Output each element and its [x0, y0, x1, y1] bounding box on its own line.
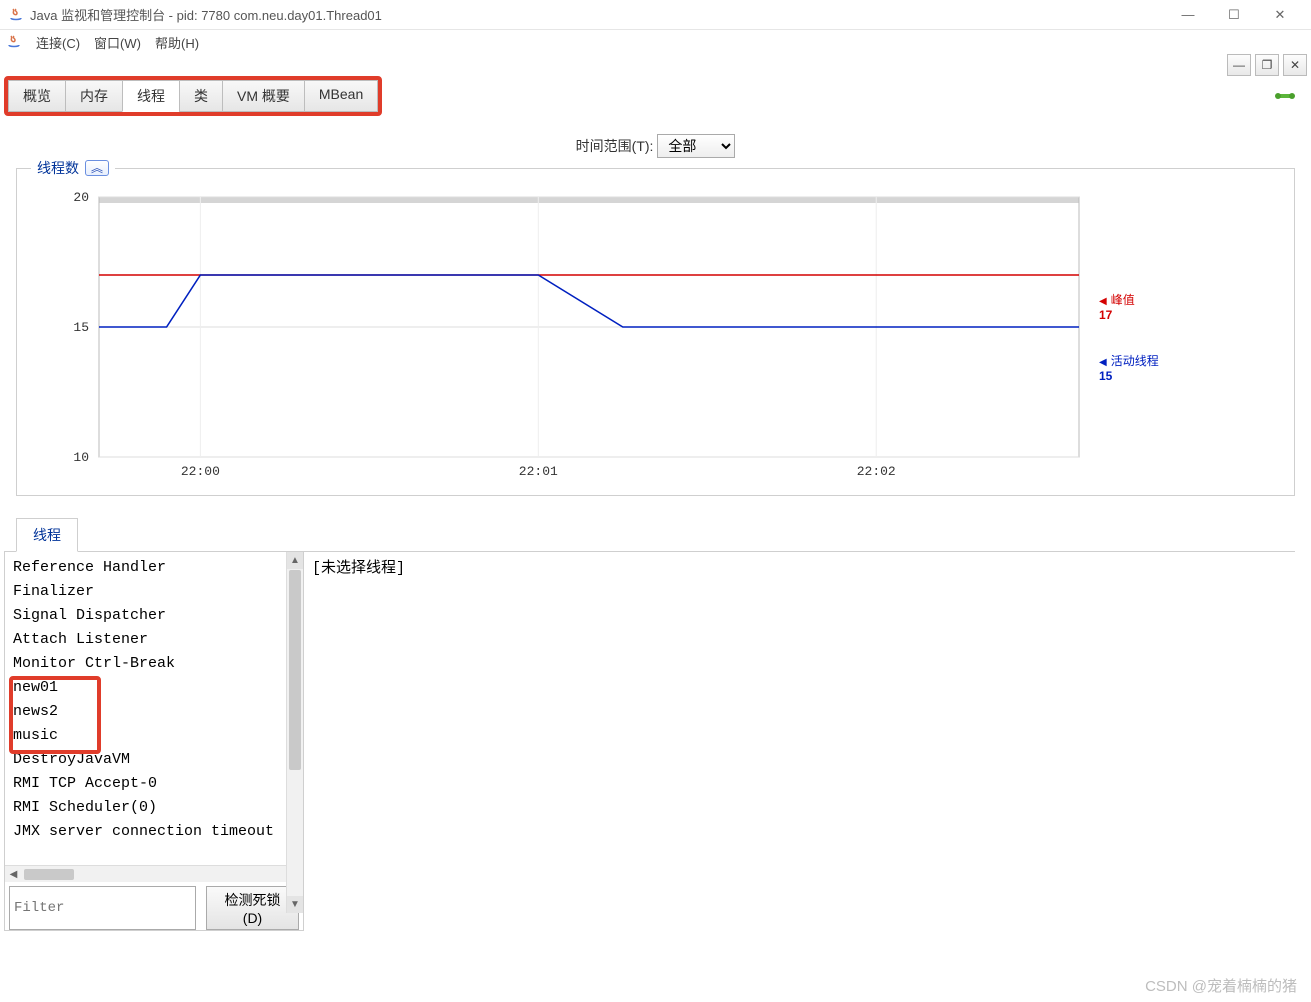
- legend-peak: ◀峰值 17: [1099, 291, 1282, 322]
- close-button[interactable]: ✕: [1257, 0, 1303, 30]
- svg-text:22:00: 22:00: [181, 464, 220, 479]
- minimize-button[interactable]: —: [1165, 0, 1211, 30]
- menu-help[interactable]: 帮助(H): [155, 33, 199, 52]
- thread-detail-pane: [未选择线程]: [304, 551, 1295, 931]
- chart-legend: ◀峰值 17 ◀活动线程 15: [1089, 187, 1282, 487]
- tab-内存[interactable]: 内存: [65, 80, 122, 112]
- time-range-label: 时间范围(T):: [576, 138, 654, 154]
- connection-status-icon: [1273, 86, 1297, 106]
- maximize-button[interactable]: ☐: [1211, 0, 1257, 30]
- filter-row: 检测死锁(D): [5, 882, 303, 930]
- chart-panel-title: 线程数: [37, 158, 79, 178]
- chart-panel-title-row: 线程数 ︽: [31, 158, 115, 178]
- thread-list-pane: Reference HandlerFinalizerSignal Dispatc…: [4, 551, 304, 931]
- threads-panel: Reference HandlerFinalizerSignal Dispatc…: [4, 551, 1295, 931]
- vertical-scrollbar[interactable]: ▲ ▼: [286, 552, 303, 913]
- tab-row: 概览内存线程类VM 概要MBean: [8, 80, 378, 112]
- filter-input[interactable]: [9, 886, 196, 930]
- svg-text:20: 20: [73, 190, 89, 205]
- svg-text:15: 15: [73, 320, 89, 335]
- tab-MBean[interactable]: MBean: [304, 80, 378, 112]
- legend-peak-value: 17: [1099, 308, 1282, 322]
- list-item[interactable]: news2: [7, 700, 301, 724]
- tab-VM 概要[interactable]: VM 概要: [222, 80, 304, 112]
- legend-live-label: 活动线程: [1111, 354, 1159, 368]
- list-item[interactable]: Reference Handler: [7, 556, 301, 580]
- svg-text:10: 10: [73, 450, 89, 465]
- list-item[interactable]: Finalizer: [7, 580, 301, 604]
- thread-list[interactable]: Reference HandlerFinalizerSignal Dispatc…: [5, 552, 303, 865]
- list-item[interactable]: RMI Scheduler(0): [7, 796, 301, 820]
- tab-线程[interactable]: 线程: [122, 80, 179, 112]
- java-icon: [8, 7, 24, 23]
- list-item[interactable]: JMX server connection timeout: [7, 820, 301, 844]
- legend-peak-label: 峰值: [1111, 293, 1135, 307]
- list-item[interactable]: Attach Listener: [7, 628, 301, 652]
- svg-text:22:02: 22:02: [857, 464, 896, 479]
- thread-detail-placeholder: [未选择线程]: [312, 560, 405, 577]
- java-icon: [6, 34, 22, 50]
- list-item[interactable]: RMI TCP Accept-0: [7, 772, 301, 796]
- horizontal-scrollbar[interactable]: ◀ ▶: [5, 865, 303, 882]
- thread-count-chart-panel: 线程数 ︽ 10152022:0022:0122:02 ◀峰值 17 ◀活动线程…: [16, 168, 1295, 496]
- list-item[interactable]: Monitor Ctrl-Break: [7, 652, 301, 676]
- list-item[interactable]: new01: [7, 676, 301, 700]
- internal-minimize-button[interactable]: —: [1227, 54, 1251, 76]
- svg-text:22:01: 22:01: [519, 464, 558, 479]
- internal-window-controls: — ❐ ✕: [1227, 54, 1307, 76]
- thread-count-chart: 10 15 20 22:00 22:01 22:02: [29, 187, 1089, 487]
- title-bar: Java 监视和管理控制台 - pid: 7780 com.neu.day01.…: [0, 0, 1311, 30]
- watermark: CSDN @宠着楠楠的猪: [1145, 975, 1297, 996]
- tabs-highlight-box: 概览内存线程类VM 概要MBean: [4, 76, 382, 116]
- list-item[interactable]: DestroyJavaVM: [7, 748, 301, 772]
- time-range-select[interactable]: 全部: [657, 134, 735, 158]
- list-item[interactable]: music: [7, 724, 301, 748]
- legend-live-value: 15: [1099, 369, 1282, 383]
- legend-live: ◀活动线程 15: [1099, 352, 1282, 383]
- menu-bar: 连接(C) 窗口(W) 帮助(H): [0, 30, 1311, 54]
- tab-类[interactable]: 类: [179, 80, 222, 112]
- threads-sub-tab[interactable]: 线程: [16, 518, 78, 552]
- window-title: Java 监视和管理控制台 - pid: 7780 com.neu.day01.…: [30, 5, 1165, 24]
- menu-window[interactable]: 窗口(W): [94, 33, 141, 52]
- tab-概览[interactable]: 概览: [8, 80, 65, 112]
- internal-restore-button[interactable]: ❐: [1255, 54, 1279, 76]
- internal-close-button[interactable]: ✕: [1283, 54, 1307, 76]
- time-range-row: 时间范围(T): 全部: [0, 134, 1311, 158]
- list-item[interactable]: Signal Dispatcher: [7, 604, 301, 628]
- menu-connect[interactable]: 连接(C): [36, 33, 80, 52]
- collapse-toggle-icon[interactable]: ︽: [85, 160, 109, 176]
